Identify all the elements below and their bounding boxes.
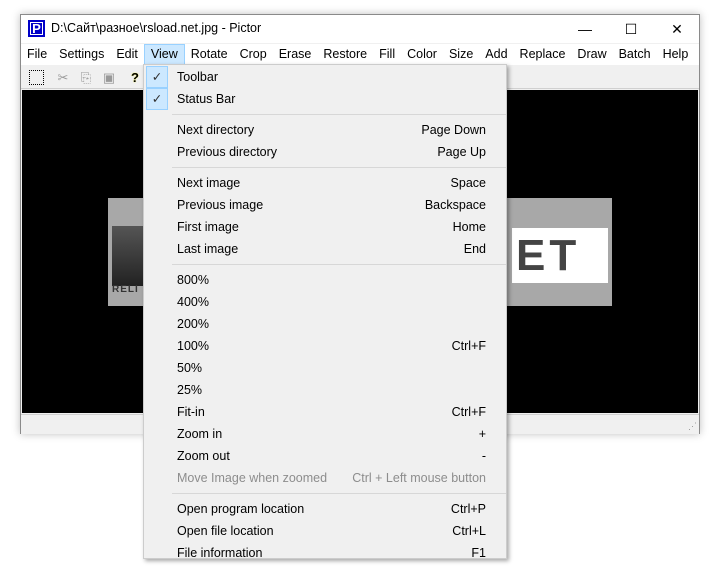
menu-item-shortcut: Home <box>452 220 486 234</box>
menu-item-shortcut: Ctrl+F <box>451 339 486 353</box>
menu-help[interactable]: Help <box>657 44 695 65</box>
copy-icon[interactable]: ⎘ <box>76 68 96 87</box>
menu-item-label: Status Bar <box>177 92 236 106</box>
menu-item-label: 50% <box>177 361 203 375</box>
menu-add[interactable]: Add <box>479 44 513 65</box>
menu-item-100-[interactable]: 100% Ctrl+F <box>144 335 506 357</box>
help-icon[interactable]: ? <box>125 68 145 87</box>
window-title: D:\Сайт\разное\rsload.net.jpg - Pictor <box>51 21 262 35</box>
menu-item-shortcut: Ctrl + Left mouse button <box>352 471 486 485</box>
menu-item-label: Zoom in <box>177 427 223 441</box>
app-icon: P <box>28 20 45 37</box>
menu-item-shortcut: + <box>478 427 486 441</box>
close-button[interactable]: ✕ <box>654 15 700 43</box>
menu-item-shortcut: Ctrl+L <box>452 524 486 538</box>
cut-icon[interactable]: ✂ <box>53 68 73 87</box>
menu-item-label: 400% <box>177 295 209 309</box>
menu-item-shortcut: - <box>481 449 486 463</box>
menu-item-open-file-location[interactable]: Open file location Ctrl+L <box>144 520 506 542</box>
checkmark-icon: ✓ <box>146 66 168 88</box>
menu-item-25-[interactable]: 25% <box>144 379 506 401</box>
menu-item-label: Toolbar <box>177 70 218 84</box>
menu-item-shortcut: F1 <box>471 546 486 560</box>
menu-item-toolbar[interactable]: ✓ Toolbar <box>144 66 506 88</box>
menu-item-label: 800% <box>177 273 209 287</box>
menu-item-shortcut: Ctrl+F <box>451 405 486 419</box>
menu-replace[interactable]: Replace <box>514 44 572 65</box>
menu-view[interactable]: View <box>143 44 185 65</box>
paste-icon[interactable]: ▣ <box>99 68 119 87</box>
menu-item-label: Zoom out <box>177 449 230 463</box>
menu-item-previous-image[interactable]: Previous image Backspace <box>144 194 506 216</box>
menu-item-shortcut: End <box>463 242 486 256</box>
menu-item-shortcut: Page Up <box>437 145 486 159</box>
resize-grip-icon[interactable]: ⋰ <box>688 421 697 432</box>
checkmark-icon: ✓ <box>146 88 168 110</box>
view-menu-dropdown: ✓ Toolbar ✓ Status Bar Next directory Page Do… <box>143 64 507 560</box>
menu-item-label: First image <box>177 220 239 234</box>
menu-item-previous-directory[interactable]: Previous directory Page Up <box>144 141 506 163</box>
menu-item-label: Open file location <box>177 524 274 538</box>
menu-item-800-[interactable]: 800% <box>144 269 506 291</box>
logo-block <box>112 226 144 286</box>
menu-fill[interactable]: Fill <box>373 44 401 65</box>
menu-item-first-image[interactable]: First image Home <box>144 216 506 238</box>
menu-batch[interactable]: Batch <box>613 44 657 65</box>
menu-rotate[interactable]: Rotate <box>185 44 234 65</box>
menu-draw[interactable]: Draw <box>571 44 612 65</box>
menu-erase[interactable]: Erase <box>273 44 318 65</box>
menu-item-move-image-when-zoomed: Move Image when zoomed Ctrl + Left mouse … <box>144 467 506 489</box>
menu-item-file-information[interactable]: File information F1 <box>144 542 506 564</box>
menu-item-label: Previous directory <box>177 145 278 159</box>
menu-item-shortcut: Space <box>450 176 486 190</box>
menu-item-next-directory[interactable]: Next directory Page Down <box>144 119 506 141</box>
maximize-button[interactable]: ☐ <box>608 15 654 43</box>
menu-item-label: File information <box>177 546 263 560</box>
menu-item-label: Next image <box>177 176 241 190</box>
menu-item-label: Fit-in <box>177 405 205 419</box>
menu-item-fit-in[interactable]: Fit-in Ctrl+F <box>144 401 506 423</box>
title-bar: P D:\Сайт\разное\rsload.net.jpg - Pictor… <box>21 15 699 43</box>
menu-item-label: Previous image <box>177 198 264 212</box>
menu-color[interactable]: Color <box>401 44 443 65</box>
menu-item-label: 200% <box>177 317 209 331</box>
logo-text-right: ET <box>512 228 608 283</box>
menu-item-next-image[interactable]: Next image Space <box>144 172 506 194</box>
menu-edit[interactable]: Edit <box>110 44 144 65</box>
menu-item-label: Last image <box>177 242 239 256</box>
menu-settings[interactable]: Settings <box>53 44 110 65</box>
menu-item-zoom-out[interactable]: Zoom out - <box>144 445 506 467</box>
menu-item-shortcut: Backspace <box>424 198 486 212</box>
menu-size[interactable]: Size <box>443 44 479 65</box>
menu-item-label: Open program location <box>177 502 305 516</box>
select-icon[interactable] <box>29 70 44 85</box>
menu-item-label: Move Image when zoomed <box>177 471 328 485</box>
menu-item-400-[interactable]: 400% <box>144 291 506 313</box>
menu-item-last-image[interactable]: Last image End <box>144 238 506 260</box>
menu-item-label: 25% <box>177 383 203 397</box>
menu-item-open-program-location[interactable]: Open program location Ctrl+P <box>144 498 506 520</box>
menu-item-label: 100% <box>177 339 209 353</box>
menu-item-label: Next directory <box>177 123 255 137</box>
menu-item-shortcut: Ctrl+P <box>450 502 486 516</box>
menu-item-shortcut: Page Down <box>421 123 486 137</box>
menu-restore[interactable]: Restore <box>317 44 373 65</box>
logo-text-left: RELI <box>112 284 139 295</box>
menu-crop[interactable]: Crop <box>234 44 273 65</box>
menu-item-status-bar[interactable]: ✓ Status Bar <box>144 88 506 110</box>
menu-item-zoom-in[interactable]: Zoom in + <box>144 423 506 445</box>
minimize-button[interactable]: — <box>562 15 608 43</box>
menu-item-200-[interactable]: 200% <box>144 313 506 335</box>
menu-file[interactable]: File <box>21 44 53 65</box>
menu-bar: File Settings Edit View Rotate Crop Erase Resto… <box>21 44 699 65</box>
menu-item-50-[interactable]: 50% <box>144 357 506 379</box>
